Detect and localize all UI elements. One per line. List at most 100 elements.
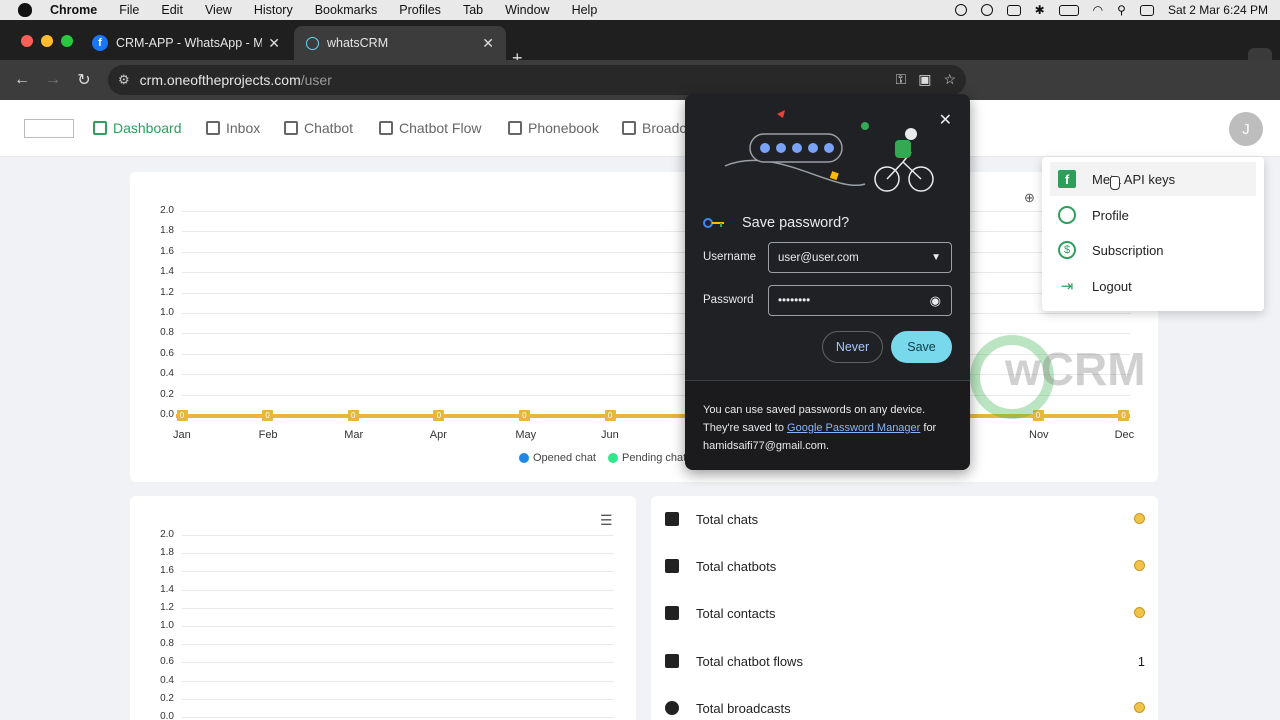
menu-item-meta-api-keys[interactable]: f Meta API keys xyxy=(1050,162,1256,196)
tab-title: CRM-APP - WhatsApp - Meta xyxy=(116,36,263,50)
y-tick-label: 1.2 xyxy=(160,286,174,298)
menu-item-logout[interactable]: ⇥ Logout xyxy=(1050,269,1256,303)
control-center-icon[interactable] xyxy=(1139,4,1154,16)
broadcast-icon xyxy=(622,121,636,135)
y-tick-label: 0.8 xyxy=(160,327,174,339)
menu-history[interactable]: History xyxy=(254,3,293,17)
close-tab-icon[interactable]: ✕ xyxy=(482,35,494,52)
gridline xyxy=(182,313,1130,314)
nav-dashboard[interactable]: Dashboard xyxy=(93,120,182,136)
zoom-in-icon[interactable]: ⊕ xyxy=(1024,190,1035,206)
menu-profiles[interactable]: Profiles xyxy=(399,3,441,17)
never-button[interactable]: Never xyxy=(822,331,883,363)
menu-file[interactable]: File xyxy=(119,3,139,17)
forward-button[interactable]: → xyxy=(42,71,64,89)
zoom-window-button[interactable] xyxy=(61,35,73,47)
y-tick-label: 2.0 xyxy=(160,529,174,540)
site-info-icon[interactable]: ⚙ xyxy=(118,72,130,88)
y-tick-label: 0.0 xyxy=(160,409,174,420)
data-point-label[interactable]: 0 xyxy=(347,410,359,421)
menu-view[interactable]: View xyxy=(205,3,232,17)
url-host: crm.oneoftheprojects.com xyxy=(139,72,301,88)
bookmark-star-icon[interactable]: ☆ xyxy=(943,71,956,88)
bluetooth-icon[interactable]: ✱ xyxy=(1035,3,1045,17)
stat-value xyxy=(1134,701,1145,716)
stat-value xyxy=(1134,559,1145,574)
close-tab-icon[interactable]: ✕ xyxy=(268,35,280,52)
menubar-status-area: ✱ ◠ ⚲ Sat 2 Mar 6:24 PM xyxy=(954,0,1268,20)
data-point-label[interactable]: 0 xyxy=(176,410,188,421)
menu-help[interactable]: Help xyxy=(572,3,598,17)
flow-icon xyxy=(665,654,679,668)
dropdown-caret-icon[interactable]: ▼ xyxy=(931,252,941,263)
menu-bookmarks[interactable]: Bookmarks xyxy=(315,3,378,17)
stat-value xyxy=(1134,606,1145,621)
back-button[interactable]: ← xyxy=(11,71,33,89)
show-password-eye-icon[interactable]: ◉ xyxy=(930,293,941,309)
username-select[interactable]: user@user.com ▼ xyxy=(768,242,952,273)
browser-tab-crm-app[interactable]: f CRM-APP - WhatsApp - Meta ✕ xyxy=(80,26,292,60)
y-tick-label: 0.4 xyxy=(160,674,174,686)
legend-label-opened[interactable]: Opened chat xyxy=(533,452,596,464)
save-button[interactable]: Save xyxy=(891,331,952,363)
menu-tab[interactable]: Tab xyxy=(463,3,483,17)
menu-window[interactable]: Window xyxy=(505,3,549,17)
nav-label: Chatbot xyxy=(304,120,354,136)
nav-broadcast[interactable]: Broadc xyxy=(622,120,686,136)
omnibox-actions: ⚿ ▣ ☆ xyxy=(896,71,956,88)
facebook-icon: f xyxy=(1058,170,1076,188)
install-app-icon[interactable]: ▣ xyxy=(918,71,931,88)
menu-edit[interactable]: Edit xyxy=(161,3,183,17)
memory-icon[interactable] xyxy=(1006,4,1021,16)
spotlight-search-icon[interactable]: ⚲ xyxy=(1117,3,1126,17)
minimize-window-button[interactable] xyxy=(41,35,53,47)
password-label: Password xyxy=(703,294,754,306)
data-point-label[interactable]: 0 xyxy=(518,410,530,421)
password-field[interactable]: •••••••• ◉ xyxy=(768,285,952,316)
hamburger-menu-icon[interactable]: ☰ xyxy=(600,512,613,529)
data-point-label[interactable]: 0 xyxy=(262,410,274,421)
record-icon[interactable] xyxy=(954,4,967,16)
menu-item-profile[interactable]: Profile xyxy=(1050,198,1256,232)
nav-label: Chatbot Flow xyxy=(399,120,482,136)
y-tick-label: 0.2 xyxy=(160,692,174,704)
browser-toolbar: ← → ↻ ⚙ crm.oneoftheprojects.com/user ⚿ … xyxy=(0,60,1280,146)
reload-button[interactable]: ↻ xyxy=(73,70,95,90)
menu-item-subscription[interactable]: $ Subscription xyxy=(1050,233,1256,267)
nav-chatbot-flow[interactable]: Chatbot Flow xyxy=(379,120,481,136)
data-point-label[interactable]: 0 xyxy=(604,410,616,421)
apple-icon[interactable] xyxy=(18,3,32,17)
legend-label-pending[interactable]: Pending chat xyxy=(622,452,686,464)
data-point-label[interactable]: 0 xyxy=(433,410,445,421)
google-password-manager-link[interactable]: Google Password Manager xyxy=(787,422,920,434)
address-bar[interactable]: ⚙ crm.oneoftheprojects.com/user ⚿ ▣ ☆ xyxy=(108,65,966,95)
menubar-clock[interactable]: Sat 2 Mar 6:24 PM xyxy=(1168,3,1268,17)
username-value: user@user.com xyxy=(778,251,859,264)
y-tick-label: 1.0 xyxy=(160,307,174,318)
nav-chatbot[interactable]: Chatbot xyxy=(284,120,353,136)
user-avatar[interactable]: J xyxy=(1229,112,1263,146)
profile-icon xyxy=(1058,206,1076,224)
nav-phonebook[interactable]: Phonebook xyxy=(508,120,599,136)
close-window-button[interactable] xyxy=(21,35,33,47)
gridline xyxy=(182,680,614,682)
play-icon[interactable] xyxy=(980,4,993,16)
wifi-icon[interactable]: ◠ xyxy=(1093,3,1103,17)
tab-title: whatsCRM xyxy=(327,36,389,50)
y-tick-label: 1.8 xyxy=(160,547,174,559)
facebook-icon: f xyxy=(92,35,108,51)
contact-icon xyxy=(665,606,679,620)
gridline xyxy=(182,292,1130,294)
password-key-icon[interactable]: ⚿ xyxy=(896,71,907,88)
window-controls xyxy=(21,35,73,47)
gridline xyxy=(182,231,1130,233)
menu-app-name[interactable]: Chrome xyxy=(50,3,97,17)
data-point-label[interactable]: 0 xyxy=(1118,410,1130,421)
user-menu-dropdown: f Meta API keys Profile $ Subscription ⇥… xyxy=(1042,157,1264,311)
nav-inbox[interactable]: Inbox xyxy=(206,120,260,136)
app-logo[interactable] xyxy=(24,119,74,138)
battery-icon[interactable] xyxy=(1058,4,1079,16)
thinking-emoji-icon xyxy=(1134,559,1145,571)
browser-tab-whatscrm[interactable]: whatsCRM ✕ xyxy=(294,26,506,60)
gridline xyxy=(182,607,614,609)
